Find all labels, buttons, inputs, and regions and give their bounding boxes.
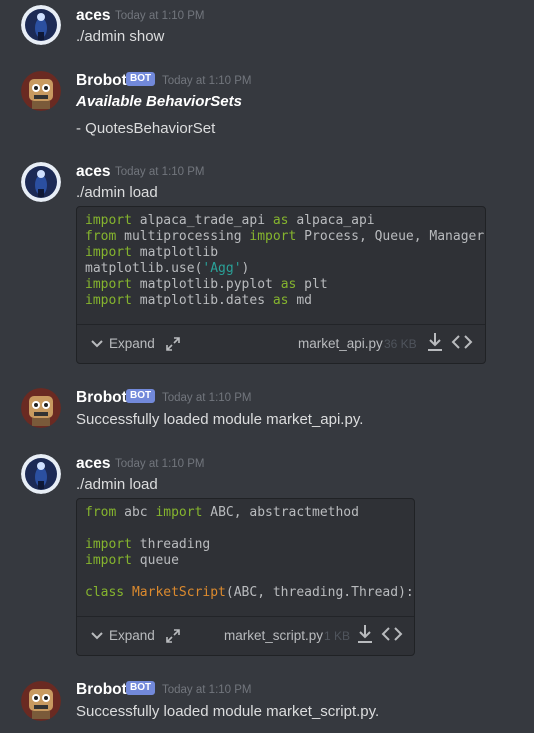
expand-label: Expand — [109, 628, 155, 643]
message-text: ./admin load — [76, 184, 158, 201]
code-line: import alpaca_trade_api as alpaca_api — [85, 213, 484, 229]
code-token: import — [85, 553, 132, 568]
code-token: alpaca_trade_api — [131, 213, 273, 228]
code-line: class MarketScript(ABC, threading.Thread… — [85, 585, 414, 601]
code-view-icon[interactable] — [381, 626, 403, 642]
expand-label: Expand — [109, 336, 155, 351]
code-preview: from abc import ABC, abstractmethod impo… — [85, 505, 414, 601]
chevron-down-icon — [91, 631, 103, 639]
username[interactable]: aces — [76, 7, 110, 25]
download-icon[interactable] — [357, 624, 373, 644]
avatar-aces[interactable] — [21, 5, 61, 45]
divider — [77, 324, 485, 325]
code-token: 'Agg' — [202, 261, 242, 276]
username[interactable]: Brobot — [76, 72, 127, 90]
code-token: threading — [131, 537, 211, 552]
avatar-brobot[interactable] — [21, 71, 61, 111]
code-token: import — [249, 229, 297, 244]
code-token: ABC, abstractmethod — [202, 505, 359, 520]
code-line: import matplotlib.dates as md — [85, 293, 484, 309]
code-token: class — [85, 585, 125, 600]
code-token: import — [155, 505, 203, 520]
message-text: Successfully loaded module market_api.py… — [76, 411, 364, 428]
code-view-icon[interactable] — [451, 334, 473, 350]
username[interactable]: aces — [76, 163, 110, 181]
code-token: plt — [296, 277, 328, 292]
attachment-filesize: 1 KB — [324, 629, 351, 643]
code-token: queue — [131, 553, 179, 568]
code-token: (ABC, threading.Thread): — [225, 585, 414, 600]
message-text: ./admin load — [76, 476, 158, 493]
code-token: as — [272, 213, 289, 228]
code-token: multiprocessing — [116, 229, 250, 244]
code-preview: import alpaca_trade_api as alpaca_api fro… — [85, 213, 484, 309]
code-token: as — [272, 293, 289, 308]
expand-button[interactable]: Expand — [91, 628, 155, 643]
bot-badge: BOT — [126, 389, 156, 403]
bot-badge: BOT — [126, 681, 156, 695]
code-token: MarketScript — [131, 585, 226, 600]
code-token: ) — [241, 261, 250, 276]
code-token: alpaca_api — [288, 213, 375, 228]
code-token: import — [85, 293, 132, 308]
code-token: as — [280, 277, 297, 292]
file-attachment: import alpaca_trade_api as alpaca_api fro… — [76, 206, 486, 364]
timestamp: Today at 1:10 PM — [162, 392, 252, 404]
username[interactable]: Brobot — [76, 681, 127, 699]
timestamp: Today at 1:10 PM — [115, 458, 205, 470]
code-token: from — [85, 505, 117, 520]
expand-arrows-icon[interactable] — [165, 336, 181, 352]
code-token: Process, Queue, Manager — [296, 229, 485, 244]
code-token: matplotlib.use( — [85, 261, 203, 276]
code-token: import — [85, 245, 132, 260]
expand-button[interactable]: Expand — [91, 336, 155, 351]
code-line: from abc import ABC, abstractmethod — [85, 505, 414, 521]
message-title: Available BehaviorSets — [76, 93, 242, 110]
code-line: import matplotlib — [85, 245, 484, 261]
code-token: abc — [116, 505, 156, 520]
download-icon[interactable] — [427, 332, 443, 352]
attachment-filename[interactable]: market_api.py — [298, 336, 383, 351]
code-line: import queue — [85, 553, 414, 569]
code-line: from multiprocessing import Process, Que… — [85, 229, 484, 245]
message-text: ./admin show — [76, 28, 165, 45]
code-line: import threading — [85, 537, 414, 553]
attachment-filename[interactable]: market_script.py — [224, 628, 323, 643]
code-token: matplotlib.dates — [131, 293, 273, 308]
avatar-aces[interactable] — [21, 454, 61, 494]
timestamp: Today at 1:10 PM — [162, 75, 252, 87]
divider — [77, 616, 414, 617]
code-line: matplotlib.use('Agg') — [85, 261, 484, 277]
code-token: from — [85, 229, 117, 244]
code-token: import — [85, 277, 132, 292]
code-token: md — [288, 293, 312, 308]
attachment-filesize: 36 KB — [384, 337, 417, 351]
code-line: import matplotlib.pyplot as plt — [85, 277, 484, 293]
avatar-brobot[interactable] — [21, 681, 61, 721]
code-token: matplotlib.pyplot — [131, 277, 281, 292]
username[interactable]: Brobot — [76, 389, 127, 407]
timestamp: Today at 1:10 PM — [162, 684, 252, 696]
avatar-brobot[interactable] — [21, 388, 61, 428]
timestamp: Today at 1:10 PM — [115, 10, 205, 22]
username[interactable]: aces — [76, 455, 110, 473]
bot-badge: BOT — [126, 72, 156, 86]
timestamp: Today at 1:10 PM — [115, 166, 205, 178]
file-attachment: from abc import ABC, abstractmethod impo… — [76, 498, 415, 656]
chevron-down-icon — [91, 339, 103, 347]
code-token: matplotlib — [131, 245, 219, 260]
message-text: Successfully loaded module market_script… — [76, 703, 380, 720]
avatar-aces[interactable] — [21, 162, 61, 202]
expand-arrows-icon[interactable] — [165, 628, 181, 644]
message-text: - QuotesBehaviorSet — [76, 120, 216, 137]
code-token: import — [85, 537, 132, 552]
code-token: import — [85, 213, 132, 228]
